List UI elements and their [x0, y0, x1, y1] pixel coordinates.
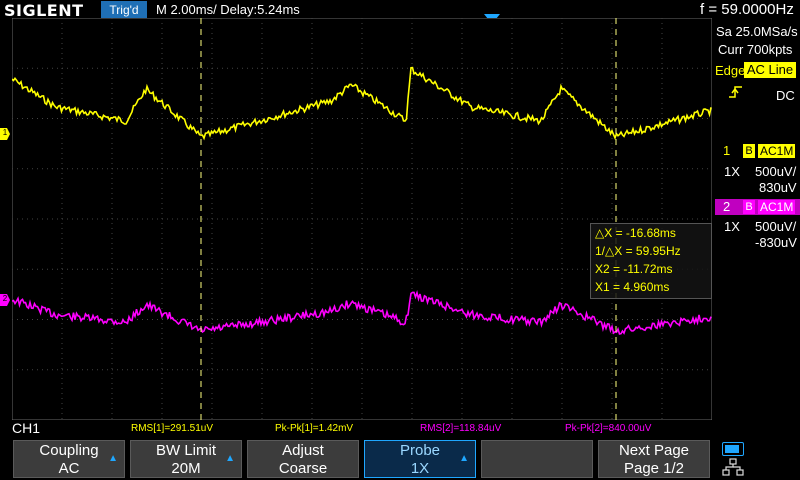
- trigger-type: Edge: [715, 63, 746, 78]
- network-icon: [722, 458, 744, 476]
- menu-arrow-icon: ▲: [459, 453, 469, 464]
- ch1-coupling-badge: AC1M: [758, 144, 796, 158]
- trigger-source[interactable]: AC Line: [744, 62, 796, 78]
- bw-limit-menu-button[interactable]: BW Limit 20M ▲: [130, 440, 242, 478]
- empty-menu-button[interactable]: [481, 440, 593, 478]
- ch2-offset-marker-icon[interactable]: 2: [0, 294, 10, 306]
- ch2-bw-badge: B: [743, 200, 755, 214]
- measurement-item: Pk-Pk[1]=1.42mV: [275, 423, 354, 434]
- rising-edge-icon: [729, 86, 742, 98]
- menu-value: Page 1/2: [623, 460, 685, 477]
- ch2-coupling-badge: AC1M: [758, 200, 796, 214]
- menu-value: Coarse: [278, 460, 328, 477]
- measurement-item: Pk-Pk[2]=840.00uV: [565, 423, 652, 434]
- battery-icon: [722, 442, 744, 456]
- menu-title: Adjust: [282, 442, 324, 459]
- ch1-offset: 830uV: [759, 180, 797, 195]
- menu-arrow-icon: ▲: [225, 453, 235, 464]
- ch1-probe: 1X: [724, 164, 740, 179]
- cursor-x1-value: X1 = 4.960ms: [595, 280, 670, 294]
- cursor-delta-x: △X = -16.68ms: [595, 226, 676, 240]
- coupling-menu-button[interactable]: Coupling AC ▲: [13, 440, 125, 478]
- timebase-readout[interactable]: M 2.00ms/ Delay:5.24ms: [156, 2, 300, 17]
- ch1-number: 1: [723, 143, 731, 158]
- ch1-bw-badge: B: [743, 144, 755, 158]
- ch2-number: 2: [723, 199, 731, 214]
- ch1-scale: 500uV/: [755, 164, 797, 179]
- probe-menu-button[interactable]: Probe 1X ▲: [364, 440, 476, 478]
- ch2-probe: 1X: [724, 219, 740, 234]
- next-page-menu-button[interactable]: Next Page Page 1/2: [598, 440, 710, 478]
- waveform-display[interactable]: [12, 18, 712, 420]
- frequency-counter: f = 59.0000Hz: [700, 1, 794, 18]
- active-channel-label: CH1: [12, 420, 41, 436]
- measurement-item: RMS[2]=118.84uV: [420, 423, 502, 434]
- sample-rate: Sa 25.0MSa/s: [716, 24, 798, 39]
- menu-title: [482, 441, 592, 442]
- cursor-readout-panel: △X = -16.68ms 1/△X = 59.95Hz X2 = -11.72…: [590, 223, 712, 299]
- ch1-offset-marker-icon[interactable]: 1: [0, 128, 10, 140]
- ch1-info-header[interactable]: 1 B AC1M: [715, 143, 800, 159]
- menu-title: Next Page: [618, 442, 690, 459]
- ch2-offset: -830uV: [755, 235, 797, 250]
- cursor-x2-value: X2 = -11.72ms: [595, 262, 673, 276]
- menu-arrow-icon: ▲: [108, 453, 118, 464]
- memory-depth: Curr 700kpts: [718, 42, 793, 57]
- ch2-scale: 500uV/: [755, 219, 797, 234]
- adjust-menu-button[interactable]: Adjust Coarse: [247, 440, 359, 478]
- trigger-status-badge: Trig'd: [101, 1, 147, 19]
- ch2-info-header[interactable]: 2 B AC1M: [715, 199, 800, 215]
- measurement-item: RMS[1]=291.51uV: [131, 423, 213, 434]
- trigger-coupling: DC: [776, 88, 795, 103]
- cursor-inverse-delta-x: 1/△X = 59.95Hz: [595, 244, 681, 258]
- top-status-bar: SIGLENT Trig'd M 2.00ms/ Delay:5.24ms f …: [0, 0, 800, 20]
